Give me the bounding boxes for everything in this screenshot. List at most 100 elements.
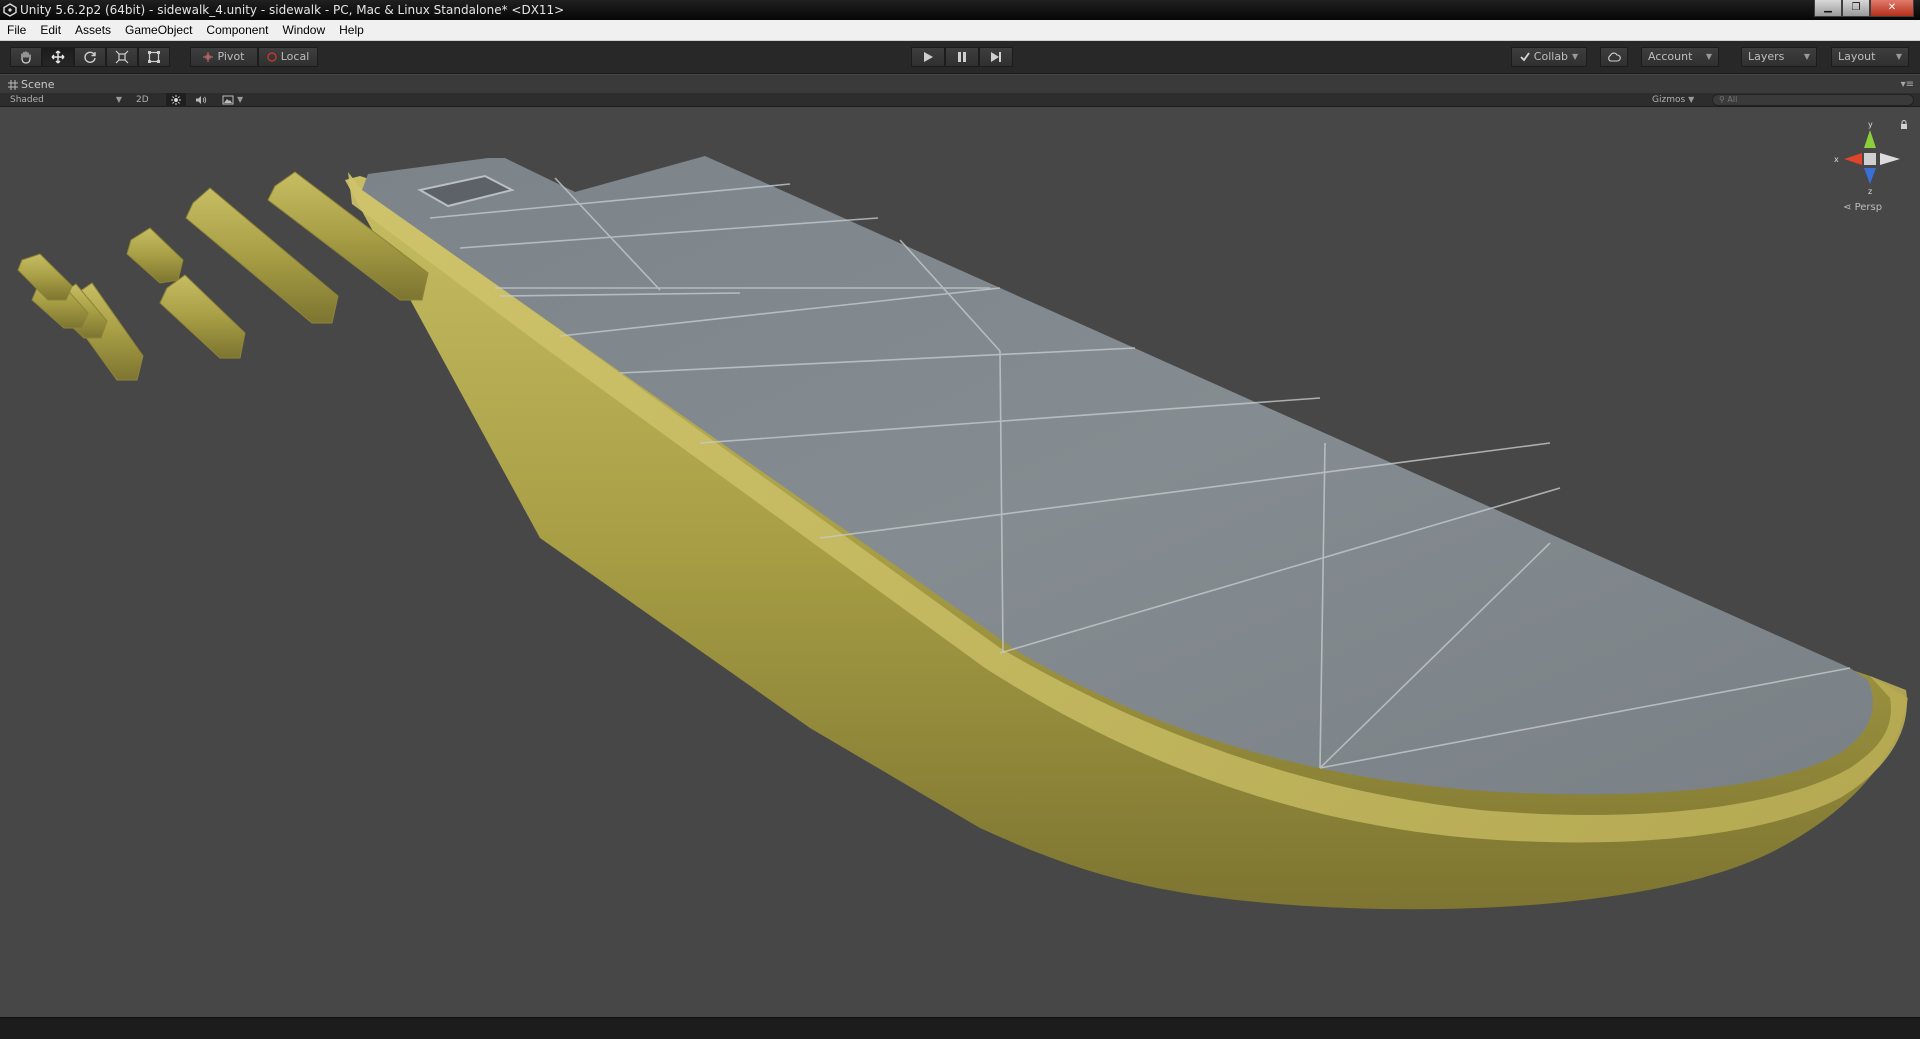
pause-button[interactable]	[945, 47, 979, 67]
curb-piece-short-1	[159, 274, 246, 359]
chevron-down-icon: ▼	[1895, 52, 1902, 61]
title-bar: Unity 5.6.2p2 (64bit) - sidewalk_4.unity…	[0, 0, 1920, 20]
curb-piece-small-4	[17, 253, 73, 301]
cloud-services	[1600, 47, 1628, 67]
chevron-down-icon: ▼	[237, 95, 244, 104]
sidewalk-model[interactable]	[345, 156, 1908, 910]
gizmo-z-label: z	[1868, 187, 1872, 196]
step-icon	[991, 52, 1001, 62]
chevron-down-icon: ▼	[1572, 52, 1579, 61]
cloud-button[interactable]	[1600, 47, 1628, 67]
account-label: Account	[1648, 50, 1693, 63]
account-button[interactable]: Account ▼	[1641, 47, 1719, 67]
image-effects-icon	[222, 95, 234, 105]
rotate-tool-button[interactable]	[74, 47, 106, 67]
menu-file[interactable]: File	[0, 20, 33, 40]
window-controls: ▁ ❐ ✕	[1814, 0, 1914, 18]
scene-viewport[interactable]: y x z ⋖ Persp	[0, 108, 1920, 1017]
gizmo-center-cube[interactable]	[1864, 153, 1876, 165]
chevron-down-icon: ▼	[1705, 52, 1712, 61]
pivot-icon	[203, 52, 214, 62]
menu-window[interactable]: Window	[275, 20, 332, 40]
local-space-icon	[267, 52, 277, 62]
status-bar	[0, 1017, 1920, 1039]
draw-mode-label: Shaded	[10, 95, 44, 105]
minimize-button[interactable]: ▁	[1814, 0, 1842, 17]
layout-dropdown: Layout ▼	[1831, 47, 1909, 67]
gizmo-y-cone[interactable]	[1864, 130, 1876, 148]
mode-2d-label: 2D	[136, 95, 149, 105]
step-button[interactable]	[979, 47, 1013, 67]
gizmo-neg-x-cone[interactable]	[1880, 153, 1900, 165]
menu-edit[interactable]: Edit	[33, 20, 68, 40]
mode-2d-toggle[interactable]: 2D	[136, 93, 149, 107]
gizmo-x-cone[interactable]	[1844, 153, 1862, 165]
layers-dropdown: Layers ▼	[1741, 47, 1817, 67]
menu-help[interactable]: Help	[332, 20, 371, 40]
layers-button[interactable]: Layers ▼	[1741, 47, 1817, 67]
chevron-down-icon: ▼	[115, 95, 122, 104]
speaker-icon	[196, 96, 207, 104]
gizmo-z-cone[interactable]	[1864, 168, 1876, 184]
draw-mode-dropdown[interactable]: Shaded ▼	[10, 93, 122, 107]
scene-toolbar: Shaded ▼ 2D ▼ Gizmos ▼ ⚲ All	[0, 93, 1920, 107]
close-button[interactable]: ✕	[1870, 0, 1914, 17]
audio-toggle[interactable]	[195, 93, 207, 107]
move-tool-button[interactable]	[42, 47, 74, 67]
lock-icon[interactable]	[1900, 120, 1908, 129]
collab-button[interactable]: Collab ▼	[1511, 47, 1587, 67]
unity-editor-window: Unity 5.6.2p2 (64bit) - sidewalk_4.unity…	[0, 0, 1920, 1039]
layers-label: Layers	[1748, 50, 1785, 63]
gizmos-dropdown[interactable]: Gizmos ▼	[1652, 93, 1694, 107]
rotate-icon	[84, 51, 96, 63]
persp-icon: ⋖	[1843, 202, 1852, 213]
space-label: Local	[280, 50, 310, 63]
pivot-label: Pivot	[217, 50, 245, 63]
grid-icon	[8, 79, 18, 90]
menu-assets[interactable]: Assets	[68, 20, 118, 40]
pause-icon	[958, 52, 966, 62]
move-icon	[51, 50, 65, 64]
menu-bar: File Edit Assets GameObject Component Wi…	[0, 20, 1920, 41]
search-icon: ⚲	[1719, 95, 1725, 104]
rect-tool-button[interactable]	[138, 47, 170, 67]
scene-search-input[interactable]: ⚲ All	[1712, 94, 1914, 106]
gizmo-y-label: y	[1868, 120, 1873, 129]
gizmo-x-label: x	[1834, 155, 1839, 164]
scene-tab-bar: Scene ▾≡	[0, 75, 1920, 93]
unity-logo-icon	[3, 3, 17, 17]
window-title: Unity 5.6.2p2 (64bit) - sidewalk_4.unity…	[20, 3, 565, 17]
main-toolbar: Pivot Local Collab ▼ Account ▼ Layers ▼ …	[0, 41, 1920, 74]
tab-scene[interactable]: Scene	[8, 76, 55, 93]
gizmos-label: Gizmos	[1652, 95, 1686, 105]
search-placeholder: All	[1727, 95, 1738, 104]
panel-menu-icon[interactable]: ▾≡	[1901, 79, 1914, 90]
sun-icon	[171, 95, 181, 105]
projection-label: Persp	[1854, 202, 1883, 213]
maximize-button[interactable]: ❐	[1842, 0, 1870, 17]
menu-component[interactable]: Component	[199, 20, 275, 40]
curb-piece-short-2	[126, 227, 184, 284]
collab-label: Collab	[1533, 50, 1569, 63]
chevron-down-icon: ▼	[1803, 52, 1810, 61]
playback-controls	[911, 47, 1013, 67]
menu-gameobject[interactable]: GameObject	[118, 20, 199, 40]
chevron-down-icon: ▼	[1688, 95, 1695, 104]
cloud-icon	[1608, 52, 1621, 62]
rect-icon	[148, 51, 160, 63]
space-toggle-button[interactable]: Local	[258, 47, 318, 67]
pivot-toggles: Pivot Local	[190, 47, 318, 67]
play-button[interactable]	[911, 47, 945, 67]
lighting-toggle[interactable]	[166, 93, 186, 107]
scale-icon	[115, 50, 129, 64]
scene-render	[17, 156, 1908, 910]
checkmark-icon	[1520, 52, 1530, 62]
layout-label: Layout	[1838, 50, 1876, 63]
projection-toggle[interactable]: ⋖ Persp	[1843, 202, 1882, 213]
scale-tool-button[interactable]	[106, 47, 138, 67]
hand-tool-button[interactable]	[10, 47, 42, 67]
pivot-toggle-button[interactable]: Pivot	[190, 47, 258, 67]
transform-tools	[10, 47, 170, 67]
layout-button[interactable]: Layout ▼	[1831, 47, 1909, 67]
effects-dropdown[interactable]: ▼	[222, 93, 243, 107]
